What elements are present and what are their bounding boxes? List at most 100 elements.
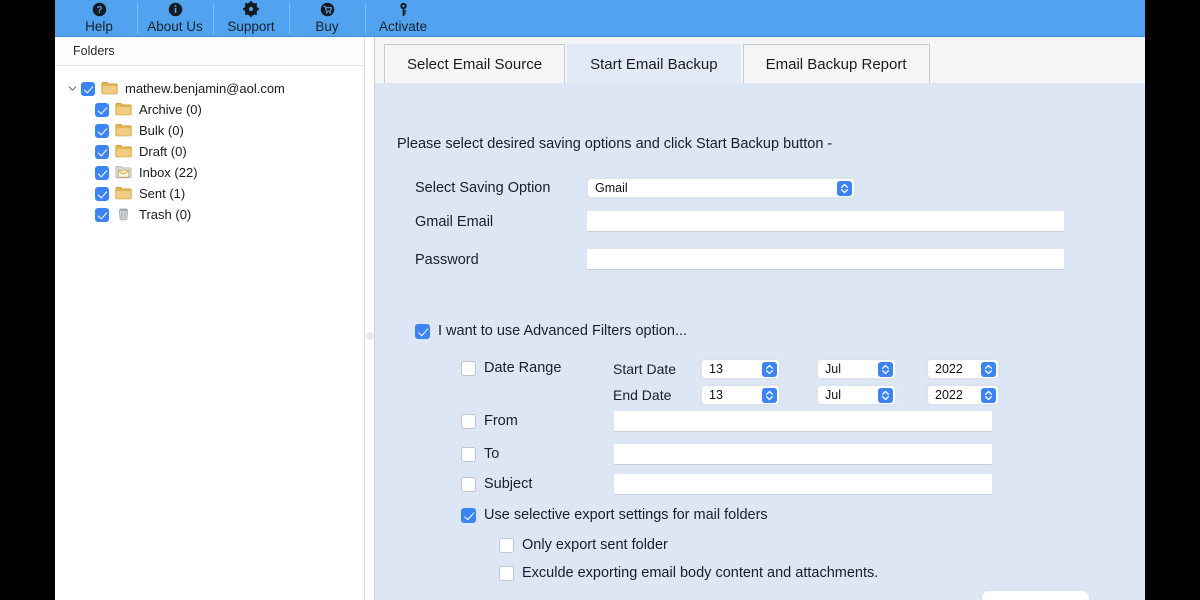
from-input[interactable] xyxy=(614,411,992,432)
gmail-email-row: Gmail Email xyxy=(415,211,1064,232)
chevron-updown-icon[interactable] xyxy=(878,388,893,403)
start-date-month-value: Jul xyxy=(825,362,841,376)
gmail-email-label: Gmail Email xyxy=(415,213,494,230)
tree-label-draft: Draft (0) xyxy=(139,144,187,159)
folder-icon xyxy=(101,81,118,96)
chevron-updown-icon[interactable] xyxy=(762,388,777,403)
subject-input[interactable] xyxy=(614,474,992,495)
checkbox-subject[interactable] xyxy=(461,476,476,492)
splitter-grip[interactable] xyxy=(366,332,374,340)
to-label: To xyxy=(484,446,500,462)
toolbar-button-support[interactable]: Support xyxy=(213,0,289,37)
start-date-month-stepper[interactable]: Jul xyxy=(817,359,896,379)
tree-row-bulk[interactable]: Bulk (0) xyxy=(55,120,364,141)
subject-label: Subject xyxy=(484,476,533,492)
trash-icon xyxy=(115,207,132,222)
toolbar-label-help: Help xyxy=(85,19,113,34)
checkbox-from[interactable] xyxy=(461,413,476,429)
end-date-year-stepper[interactable]: 2022 xyxy=(927,385,999,405)
chevron-updown-icon[interactable] xyxy=(981,388,996,403)
chevron-updown-icon[interactable] xyxy=(837,181,852,196)
tab-label: Select Email Source xyxy=(407,55,543,73)
svg-text:?: ? xyxy=(96,5,102,16)
tree-row-inbox[interactable]: Inbox (22) xyxy=(55,162,364,183)
advanced-filters-label: I want to use Advanced Filters option... xyxy=(438,323,688,339)
tree-label-account: mathew.benjamin@aol.com xyxy=(125,81,285,96)
start-backup-panel: Please select desired saving options and… xyxy=(375,83,1145,600)
checkbox-draft[interactable] xyxy=(95,144,109,159)
checkbox-sent[interactable] xyxy=(95,186,109,201)
cart-icon xyxy=(320,1,335,17)
tab-select-email-source[interactable]: Select Email Source xyxy=(384,44,566,83)
checkbox-bulk[interactable] xyxy=(95,123,109,138)
selective-export-row[interactable]: Use selective export settings for mail f… xyxy=(461,507,768,523)
start-backup-button[interactable]: Start Backup xyxy=(982,591,1089,600)
start-date-day-stepper[interactable]: 13 xyxy=(701,359,780,379)
checkbox-date-range[interactable] xyxy=(461,360,476,376)
checkbox-selective-export[interactable] xyxy=(461,507,476,523)
tab-email-backup-report[interactable]: Email Backup Report xyxy=(742,44,930,83)
end-date-day-stepper[interactable]: 13 xyxy=(701,385,780,405)
content-area: Select Email Source Start Email Backup E… xyxy=(375,37,1145,600)
end-date-row: End Date 13 Jul 2022 xyxy=(613,385,999,405)
checkbox-advanced-filters[interactable] xyxy=(415,323,430,339)
advanced-filters-row[interactable]: I want to use Advanced Filters option... xyxy=(415,323,687,339)
only-sent-label: Only export sent folder xyxy=(522,537,668,553)
tree-row-account[interactable]: mathew.benjamin@aol.com xyxy=(55,78,364,99)
chevron-down-icon[interactable] xyxy=(65,82,79,96)
checkbox-archive[interactable] xyxy=(95,102,109,117)
tab-label: Email Backup Report xyxy=(765,55,907,73)
only-sent-row[interactable]: Only export sent folder xyxy=(499,537,668,553)
end-date-year-value: 2022 xyxy=(935,388,963,402)
end-date-label: End Date xyxy=(613,387,672,403)
tree-label-trash: Trash (0) xyxy=(139,207,192,222)
toolbar-label-activate: Activate xyxy=(378,19,428,34)
checkbox-trash[interactable] xyxy=(95,207,109,222)
checkbox-only-sent-folder[interactable] xyxy=(499,537,514,553)
start-date-year-stepper[interactable]: 2022 xyxy=(927,359,999,379)
from-label: From xyxy=(484,413,518,429)
to-row[interactable]: To xyxy=(461,446,499,462)
top-toolbar: ? Help About Us Support Buy Activate xyxy=(55,0,1145,37)
subject-row[interactable]: Subject xyxy=(461,476,532,492)
date-range-row[interactable]: Date Range xyxy=(461,360,561,376)
tree-row-sent[interactable]: Sent (1) xyxy=(55,183,364,204)
checkbox-account[interactable] xyxy=(81,81,95,96)
tree-row-archive[interactable]: Archive (0) xyxy=(55,99,364,120)
gmail-email-input[interactable] xyxy=(587,211,1064,232)
toolbar-button-activate[interactable]: Activate xyxy=(365,0,441,37)
panel-splitter[interactable] xyxy=(365,37,375,600)
tab-label: Start Email Backup xyxy=(590,55,718,73)
tree-row-trash[interactable]: Trash (0) xyxy=(55,204,364,225)
password-input[interactable] xyxy=(587,249,1064,270)
saving-option-value: Gmail xyxy=(595,181,628,195)
password-row: Password xyxy=(415,249,1064,270)
chevron-updown-icon[interactable] xyxy=(981,362,996,377)
to-input[interactable] xyxy=(614,444,992,465)
folder-icon xyxy=(115,102,132,117)
chevron-updown-icon[interactable] xyxy=(762,362,777,377)
saving-option-label: Select Saving Option xyxy=(415,180,551,196)
end-date-month-stepper[interactable]: Jul xyxy=(817,385,896,405)
exclude-body-label: Exculde exporting email body content and… xyxy=(522,565,879,581)
checkbox-to[interactable] xyxy=(461,446,476,462)
sidebar-header: Folders xyxy=(55,37,364,66)
toolbar-button-help[interactable]: ? Help xyxy=(61,0,137,37)
exclude-body-row[interactable]: Exculde exporting email body content and… xyxy=(499,565,878,581)
toolbar-button-buy[interactable]: Buy xyxy=(289,0,365,37)
tree-row-draft[interactable]: Draft (0) xyxy=(55,141,364,162)
start-date-year-value: 2022 xyxy=(935,362,963,376)
checkbox-inbox[interactable] xyxy=(95,165,109,180)
start-date-row: Start Date 13 Jul 2022 xyxy=(613,359,999,379)
saving-option-dropdown[interactable]: Gmail xyxy=(587,178,855,198)
body-area: Folders mathew.benjamin@aol.com Archive … xyxy=(55,37,1145,600)
info-circle-icon xyxy=(168,1,183,17)
tab-start-email-backup[interactable]: Start Email Backup xyxy=(567,44,741,83)
toolbar-button-about-us[interactable]: About Us xyxy=(137,0,213,37)
chevron-updown-icon[interactable] xyxy=(878,362,893,377)
selective-export-label: Use selective export settings for mail f… xyxy=(484,507,768,523)
checkbox-exclude-body[interactable] xyxy=(499,565,514,581)
tree-label-sent: Sent (1) xyxy=(139,186,186,201)
end-date-month-value: Jul xyxy=(825,388,841,402)
from-row[interactable]: From xyxy=(461,413,518,429)
